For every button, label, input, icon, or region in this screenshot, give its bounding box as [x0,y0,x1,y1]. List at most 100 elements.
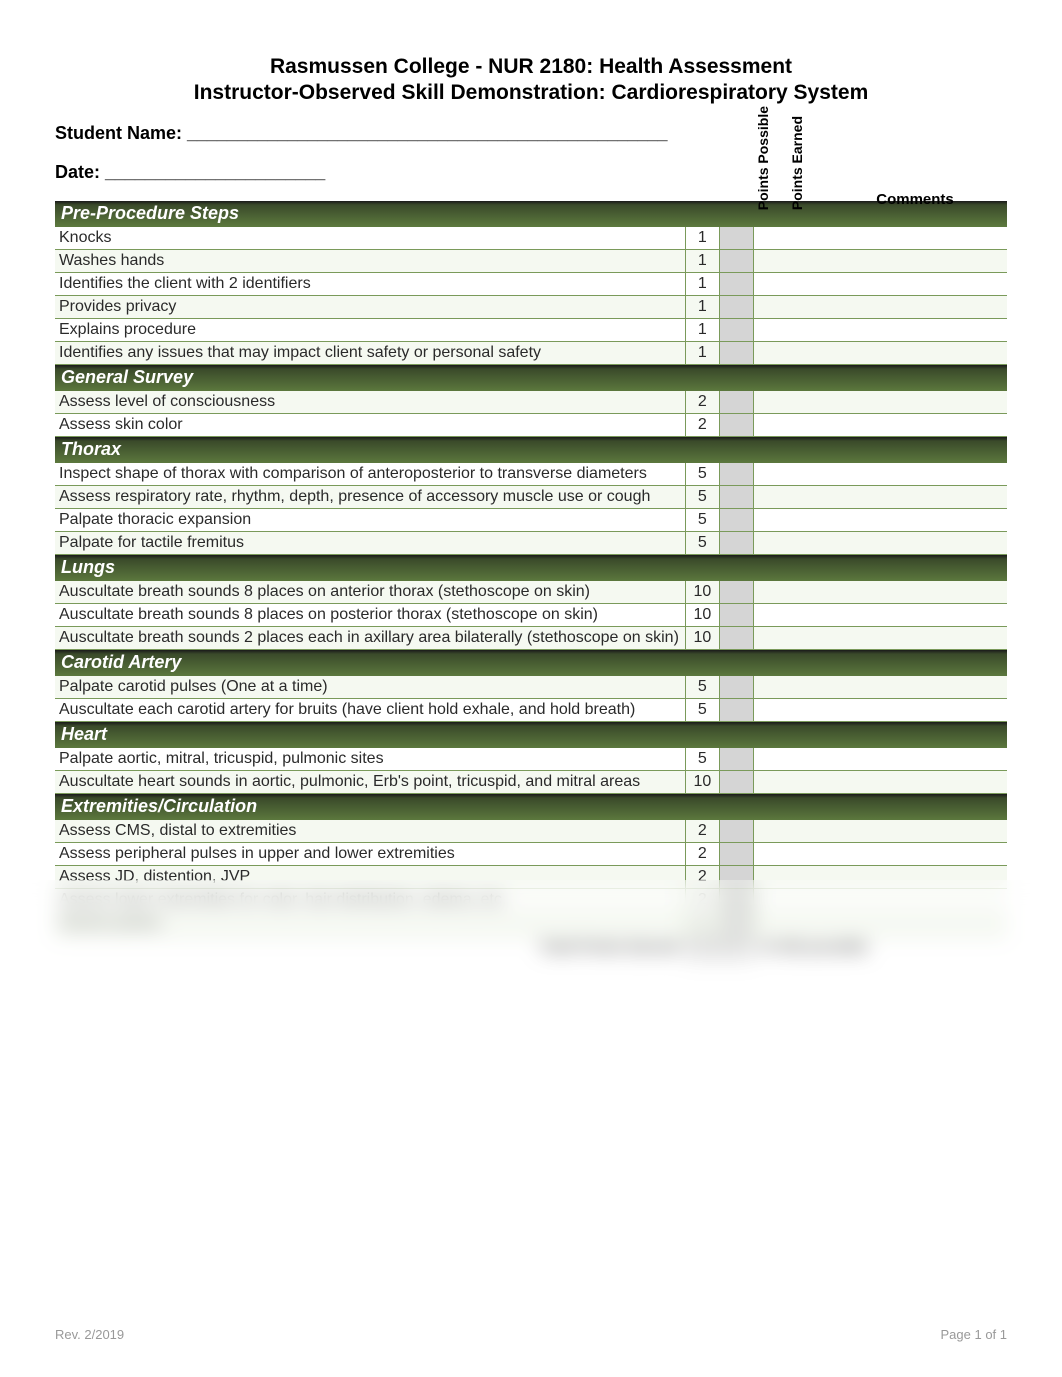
rubric-desc: Assess level of consciousness [55,391,685,414]
section-header: Carotid Artery [55,650,1007,677]
rubric-points-possible: 1 [685,227,719,250]
rubric-desc: Explains procedure [55,319,685,342]
rubric-desc: Identifies the client with 2 identifiers [55,273,685,296]
header-title-2: Instructor-Observed Skill Demonstration:… [55,81,1007,105]
rubric-points-possible: 2 [685,889,719,912]
rubric-comments [754,250,1007,273]
rubric-row: Assess pulses2 [55,912,1007,935]
rubric-comments [754,676,1007,699]
rubric-comments [754,866,1007,889]
rubric-points-earned [719,820,753,843]
rubric-points-earned [719,319,753,342]
section-title: Extremities/Circulation [55,794,1007,821]
totals-earned [685,935,753,961]
section-title: Heart [55,722,1007,749]
rubric-points-possible: 5 [685,532,719,555]
rubric-points-earned [719,912,753,935]
rubric-points-earned [719,699,753,722]
rubric-points-earned [719,250,753,273]
rubric-row: Provides privacy1 [55,296,1007,319]
rubric-comments [754,273,1007,296]
rubric-comments [754,912,1007,935]
rubric-row: Washes hands1 [55,250,1007,273]
rubric-row: Assess level of consciousness2 [55,391,1007,414]
rubric-comments [754,771,1007,794]
rubric-points-possible: 5 [685,748,719,771]
rubric-row: Palpate aortic, mitral, tricuspid, pulmo… [55,748,1007,771]
rubric-points-possible: 5 [685,463,719,486]
rubric-comments [754,748,1007,771]
points-earned-header: Points Earned [789,116,823,210]
rubric-desc: Auscultate breath sounds 2 places each i… [55,627,685,650]
rubric-points-possible: 2 [685,843,719,866]
rubric-points-possible: 1 [685,319,719,342]
column-headers: Points Possible Points Earned Comments [755,106,1007,210]
rubric-row: Knocks1 [55,227,1007,250]
rubric-points-earned [719,296,753,319]
rubric-comments [754,889,1007,912]
section-title: Thorax [55,437,1007,464]
rubric-desc: Assess peripheral pulses in upper and lo… [55,843,685,866]
rubric-row: Assess peripheral pulses in upper and lo… [55,843,1007,866]
rubric-points-possible: 1 [685,342,719,365]
rubric-points-earned [719,273,753,296]
rubric-points-possible: 1 [685,273,719,296]
rubric-comments [754,604,1007,627]
rubric-desc: Provides privacy [55,296,685,319]
rubric-points-possible: 1 [685,296,719,319]
section-header: Lungs [55,555,1007,582]
rubric-points-possible: 2 [685,866,719,889]
rubric-points-possible: 5 [685,699,719,722]
rubric-points-earned [719,463,753,486]
rubric-points-possible: 10 [685,604,719,627]
footer-right: Page 1 of 1 [941,1327,1008,1342]
totals-row: Total Points Earnedof 100 possible [55,935,1007,961]
comments-header: Comments [823,191,1007,210]
rubric-row: Explains procedure1 [55,319,1007,342]
rubric-points-possible: 2 [685,820,719,843]
rubric-row: Auscultate breath sounds 8 places on pos… [55,604,1007,627]
rubric-row: Palpate carotid pulses (One at a time)5 [55,676,1007,699]
rubric-comments [754,532,1007,555]
rubric-desc: Assess skin color [55,414,685,437]
rubric-comments [754,319,1007,342]
rubric-points-earned [719,843,753,866]
rubric-points-possible: 5 [685,676,719,699]
rubric-points-earned [719,391,753,414]
rubric-comments [754,414,1007,437]
rubric-row: Assess CMS, distal to extremities2 [55,820,1007,843]
section-title: Lungs [55,555,1007,582]
rubric-comments [754,509,1007,532]
rubric-points-earned [719,627,753,650]
rubric-desc: Assess lower extremities for color, hair… [55,889,685,912]
rubric-row: Palpate thoracic expansion5 [55,509,1007,532]
rubric-desc: Palpate for tactile fremitus [55,532,685,555]
section-header: Extremities/Circulation [55,794,1007,821]
rubric-desc: Inspect shape of thorax with comparison … [55,463,685,486]
rubric-desc: Identifies any issues that may impact cl… [55,342,685,365]
rubric-row: Inspect shape of thorax with comparison … [55,463,1007,486]
section-header: General Survey [55,365,1007,392]
rubric-desc: Auscultate breath sounds 8 places on ant… [55,581,685,604]
rubric-desc: Palpate aortic, mitral, tricuspid, pulmo… [55,748,685,771]
rubric-desc: Auscultate each carotid artery for bruit… [55,699,685,722]
rubric-desc: Assess JD, distention, JVP [55,866,685,889]
rubric-points-earned [719,342,753,365]
rubric-comments [754,699,1007,722]
rubric-row: Assess respiratory rate, rhythm, depth, … [55,486,1007,509]
rubric-comments [754,227,1007,250]
rubric-row: Assess JD, distention, JVP2 [55,866,1007,889]
rubric-comments [754,581,1007,604]
rubric-row: Auscultate heart sounds in aortic, pulmo… [55,771,1007,794]
rubric-points-possible: 2 [685,391,719,414]
rubric-desc: Auscultate heart sounds in aortic, pulmo… [55,771,685,794]
footer-left: Rev. 2/2019 [55,1327,124,1342]
rubric-comments [754,627,1007,650]
rubric-desc: Palpate thoracic expansion [55,509,685,532]
totals-suffix: of 100 possible [754,935,1007,961]
section-title: Carotid Artery [55,650,1007,677]
rubric-points-possible: 2 [685,414,719,437]
rubric-points-earned [719,866,753,889]
rubric-points-possible: 1 [685,250,719,273]
rubric-points-earned [719,532,753,555]
